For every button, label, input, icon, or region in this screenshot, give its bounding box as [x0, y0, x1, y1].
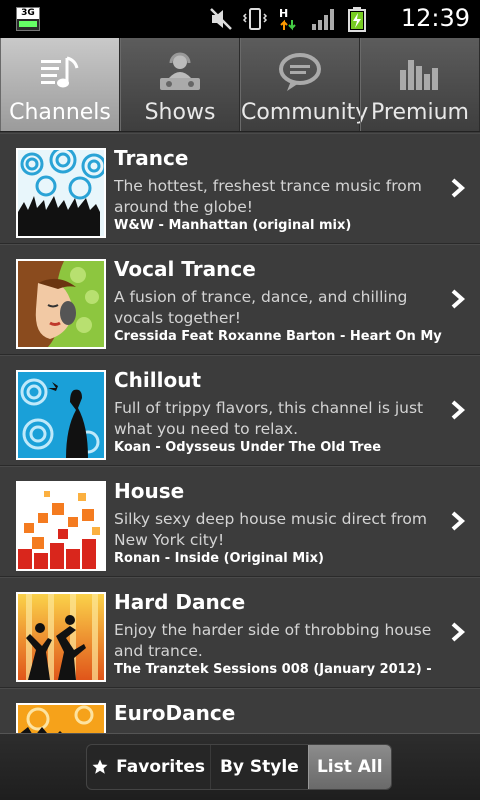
- channel-description: Full of trippy flavors, this channel is …: [114, 399, 424, 438]
- channel-row[interactable]: EuroDance: [0, 688, 480, 733]
- chevron-right-icon: [450, 178, 466, 198]
- network-badge: 3G: [17, 8, 39, 19]
- channel-title: Chillout: [114, 368, 202, 392]
- signal-icon: [310, 6, 336, 32]
- tab-community[interactable]: Community: [240, 38, 369, 131]
- channel-description: Silky sexy deep house music direct from …: [114, 510, 427, 549]
- now-playing-track: The Tranztek Sessions 008 (January 2012)…: [114, 662, 432, 677]
- chevron-right-icon: [450, 511, 466, 531]
- list-all-button[interactable]: List All: [307, 745, 391, 789]
- now-playing-track: W&W - Manhattan (original mix): [114, 218, 352, 233]
- equalizer-icon: [397, 52, 443, 94]
- channel-description: Enjoy the harder side of throbbing house…: [114, 621, 432, 660]
- channel-description: A fusion of trance, dance, and chilling …: [114, 288, 408, 327]
- now-playing-track: Ronan - Inside (Original Mix): [114, 551, 324, 566]
- tab-premium[interactable]: Premium: [360, 38, 480, 131]
- channel-row[interactable]: Trance The hottest, freshest trance musi…: [0, 133, 480, 244]
- channel-row[interactable]: Vocal Trance A fusion of trance, dance, …: [0, 244, 480, 355]
- now-playing-track: Koan - Odysseus Under The Old Tree: [114, 440, 382, 455]
- bottom-bar: Favorites By Style List All: [0, 733, 480, 800]
- tab-label: Shows: [144, 100, 216, 125]
- now-playing-track: Cressida Feat Roxanne Barton - Heart On …: [114, 329, 442, 344]
- tab-label: Community: [241, 100, 369, 125]
- channel-title: Vocal Trance: [114, 257, 256, 281]
- channel-artwork: [16, 481, 106, 571]
- channel-artwork: [16, 148, 106, 238]
- filter-segmented-control: Favorites By Style List All: [86, 744, 392, 790]
- tab-bar: Channels Shows Community Premium: [0, 38, 480, 132]
- music-list-icon: [37, 52, 83, 94]
- by-style-label: By Style: [219, 757, 299, 777]
- channel-row[interactable]: Chillout Full of trippy flavors, this ch…: [0, 355, 480, 466]
- channel-list: Trance The hottest, freshest trance musi…: [0, 133, 480, 733]
- clock: 12:39: [400, 4, 470, 32]
- favorites-label: Favorites: [116, 757, 206, 777]
- app-screen: 3G H 12:39 Channels Shows Community Prem…: [0, 0, 480, 800]
- channel-title: Hard Dance: [114, 590, 246, 614]
- channel-row[interactable]: Hard Dance Enjoy the harder side of thro…: [0, 577, 480, 688]
- channel-title: House: [114, 479, 185, 503]
- list-all-label: List All: [316, 757, 383, 777]
- status-icons: H: [208, 6, 370, 32]
- chevron-right-icon: [450, 289, 466, 309]
- data-indicator-glyph: H: [279, 7, 288, 20]
- h-network-icon: H: [276, 6, 302, 32]
- tab-channels[interactable]: Channels: [0, 38, 120, 131]
- channel-artwork: [16, 259, 106, 349]
- channel-artwork: [16, 370, 106, 460]
- chat-bubble-icon: [277, 52, 323, 94]
- by-style-button[interactable]: By Style: [210, 745, 307, 789]
- favorites-button[interactable]: Favorites: [87, 745, 210, 789]
- chevron-right-icon: [450, 622, 466, 642]
- tab-label: Channels: [9, 100, 111, 125]
- status-bar: 3G H 12:39: [0, 0, 480, 38]
- chevron-right-icon: [450, 400, 466, 420]
- channel-description: The hottest, freshest trance music from …: [114, 177, 422, 216]
- 3g-data-icon: 3G: [16, 7, 40, 31]
- muted-icon: [208, 6, 234, 32]
- dj-icon: [157, 52, 203, 94]
- channel-artwork: [16, 592, 106, 682]
- channel-row[interactable]: House Silky sexy deep house music direct…: [0, 466, 480, 577]
- channel-artwork: [16, 703, 106, 733]
- channel-title: Trance: [114, 146, 189, 170]
- channel-title: EuroDance: [114, 701, 236, 725]
- vibrate-icon: [242, 6, 268, 32]
- tab-label: Premium: [371, 100, 469, 125]
- tab-shows[interactable]: Shows: [120, 38, 240, 131]
- battery-charging-icon: [344, 6, 370, 32]
- star-icon: [92, 759, 108, 774]
